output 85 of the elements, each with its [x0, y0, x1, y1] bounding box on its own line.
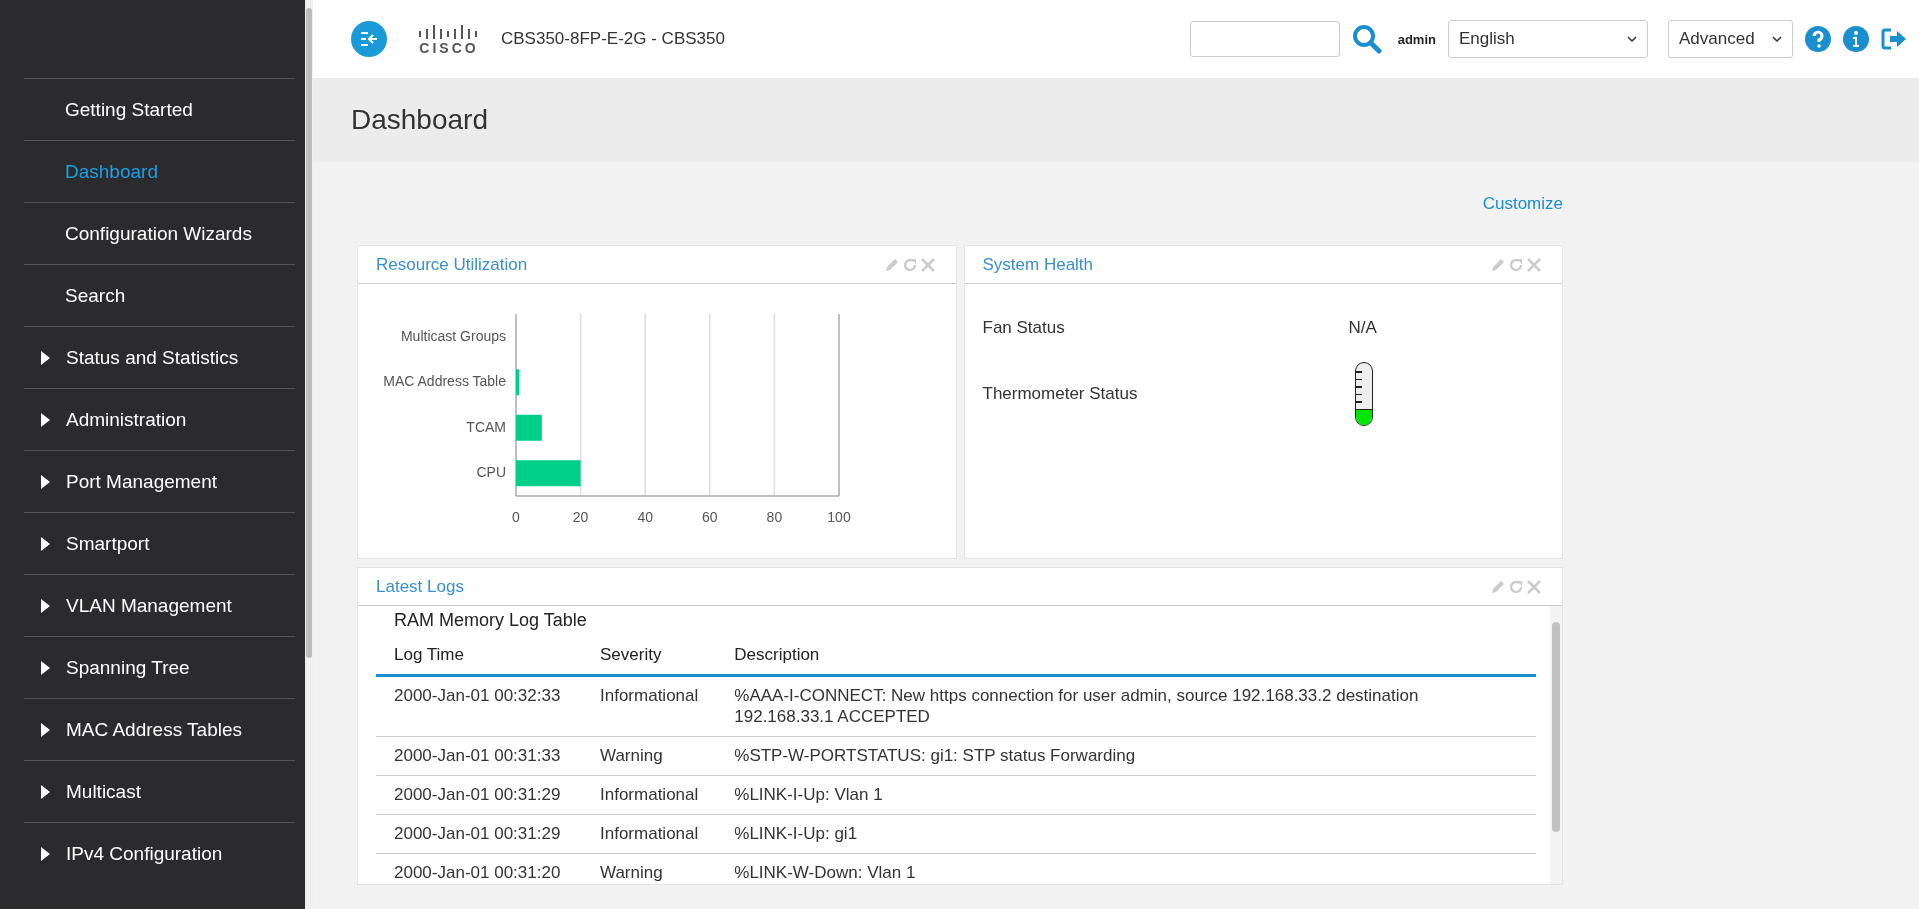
fan-status-value: N/A — [1348, 318, 1378, 338]
sidebar-item[interactable]: Multicast — [24, 760, 295, 822]
category-label: MAC Address Table — [383, 373, 506, 390]
menu-collapse-icon[interactable] — [351, 21, 387, 57]
table-cell: %STP-W-PORTSTATUS: gi1: STP status Forwarding — [716, 736, 1536, 776]
sidebar-item[interactable]: Spanning Tree — [24, 636, 295, 698]
column-header: Severity — [582, 635, 717, 676]
table-cell: 2000-Jan-01 00:31:29 — [376, 814, 582, 854]
page-title: Dashboard — [351, 104, 488, 136]
table-cell: %LINK-I-Up: gi1 — [716, 814, 1536, 854]
logo-text: CISCO — [419, 41, 479, 55]
caret-icon — [41, 598, 50, 613]
close-icon[interactable] — [1526, 256, 1542, 273]
scrollbar[interactable] — [1550, 606, 1562, 884]
caret-icon — [41, 536, 50, 551]
device-name: CBS350-8FP-E-2G - CBS350 — [501, 29, 725, 49]
thermometer-status-label: Thermometer Status — [982, 384, 1139, 404]
sidebar-item[interactable]: Configuration Wizards — [24, 202, 295, 264]
mode-select[interactable]: Advanced — [1668, 20, 1793, 58]
logout-icon[interactable] — [1881, 27, 1907, 51]
table-cell: 2000-Jan-01 00:31:29 — [376, 775, 582, 815]
panel-title: Latest Logs — [376, 576, 464, 597]
edit-icon[interactable] — [1490, 578, 1506, 595]
sidebar-item[interactable]: Dashboard — [24, 140, 295, 202]
table-cell: Warning — [582, 853, 717, 884]
chevron-icon — [1772, 36, 1782, 42]
category-label: CPU — [476, 464, 506, 481]
table-cell: 2000-Jan-01 00:31:33 — [376, 736, 582, 776]
caret-icon — [41, 660, 50, 675]
caret-icon — [41, 784, 50, 799]
sidebar-item[interactable]: Smartport — [24, 512, 295, 574]
category-label: Multicast Groups — [400, 327, 506, 344]
table-cell: %LINK-W-Down: Vlan 1 — [716, 853, 1536, 884]
tick-label: 60 — [702, 509, 718, 525]
info-icon[interactable] — [1843, 26, 1869, 52]
sidebar-item[interactable]: Administration — [24, 388, 295, 450]
bar — [516, 369, 520, 396]
bar — [516, 414, 542, 441]
chevron-icon — [1627, 36, 1637, 42]
sidebar-item[interactable]: VLAN Management — [24, 574, 295, 636]
table-cell: Informational — [582, 775, 717, 815]
category-label: TCAM — [466, 418, 506, 435]
sidebar-item[interactable]: MAC Address Tables — [24, 698, 295, 760]
table-cell: 2000-Jan-01 00:32:33 — [376, 675, 582, 737]
search-field[interactable] — [1189, 21, 1340, 57]
caret-icon — [41, 474, 50, 489]
panel-title: Resource Utilization — [376, 254, 528, 275]
sidebar-item[interactable]: Port Management — [24, 450, 295, 512]
table-cell: 2000-Jan-01 00:31:20 — [376, 853, 582, 884]
table-title: RAM Memory Log Table — [393, 609, 588, 632]
tick-label: 100 — [827, 509, 851, 525]
language-select[interactable]: English — [1448, 20, 1648, 58]
caret-icon — [41, 350, 50, 365]
edit-icon[interactable] — [883, 256, 900, 273]
caret-icon — [41, 722, 50, 737]
refresh-icon[interactable] — [1508, 578, 1524, 595]
refresh-icon[interactable] — [901, 256, 918, 273]
table-cell: %AAA-I-CONNECT: New https connection for user admin, source 192.168.33.2 destination 192.168.33.1 ACCEPTED — [716, 675, 1536, 737]
tick-label: 20 — [572, 509, 589, 525]
tick-label: 0 — [512, 509, 520, 525]
tick-label: 40 — [637, 509, 653, 525]
caret-icon — [41, 412, 50, 427]
tick-label: 80 — [766, 509, 783, 525]
bar — [516, 460, 581, 487]
table-cell: %LINK-I-Up: Vlan 1 — [716, 775, 1536, 815]
fan-status-label: Fan Status — [982, 318, 1066, 338]
column-header: Description — [716, 635, 1536, 676]
search-icon[interactable] — [1351, 24, 1382, 54]
close-icon[interactable] — [919, 256, 936, 273]
table-cell: Informational — [582, 675, 717, 737]
sidebar-item[interactable]: IPv4 Configuration — [24, 822, 295, 884]
sidebar-item[interactable]: Search — [24, 264, 295, 326]
scrollbar[interactable] — [305, 0, 313, 909]
sidebar-item[interactable]: Getting Started — [24, 78, 295, 140]
close-icon[interactable] — [1526, 578, 1542, 595]
help-icon[interactable] — [1805, 26, 1831, 52]
table-cell: Warning — [582, 736, 717, 776]
edit-icon[interactable] — [1490, 256, 1506, 273]
username: admin — [1397, 31, 1436, 47]
sidebar-item[interactable]: Status and Statistics — [24, 326, 295, 388]
caret-icon — [41, 846, 50, 861]
panel-title: System Health — [982, 254, 1094, 275]
refresh-icon[interactable] — [1508, 256, 1524, 273]
column-header: Log Time — [376, 635, 582, 676]
table-cell: Informational — [582, 814, 717, 854]
